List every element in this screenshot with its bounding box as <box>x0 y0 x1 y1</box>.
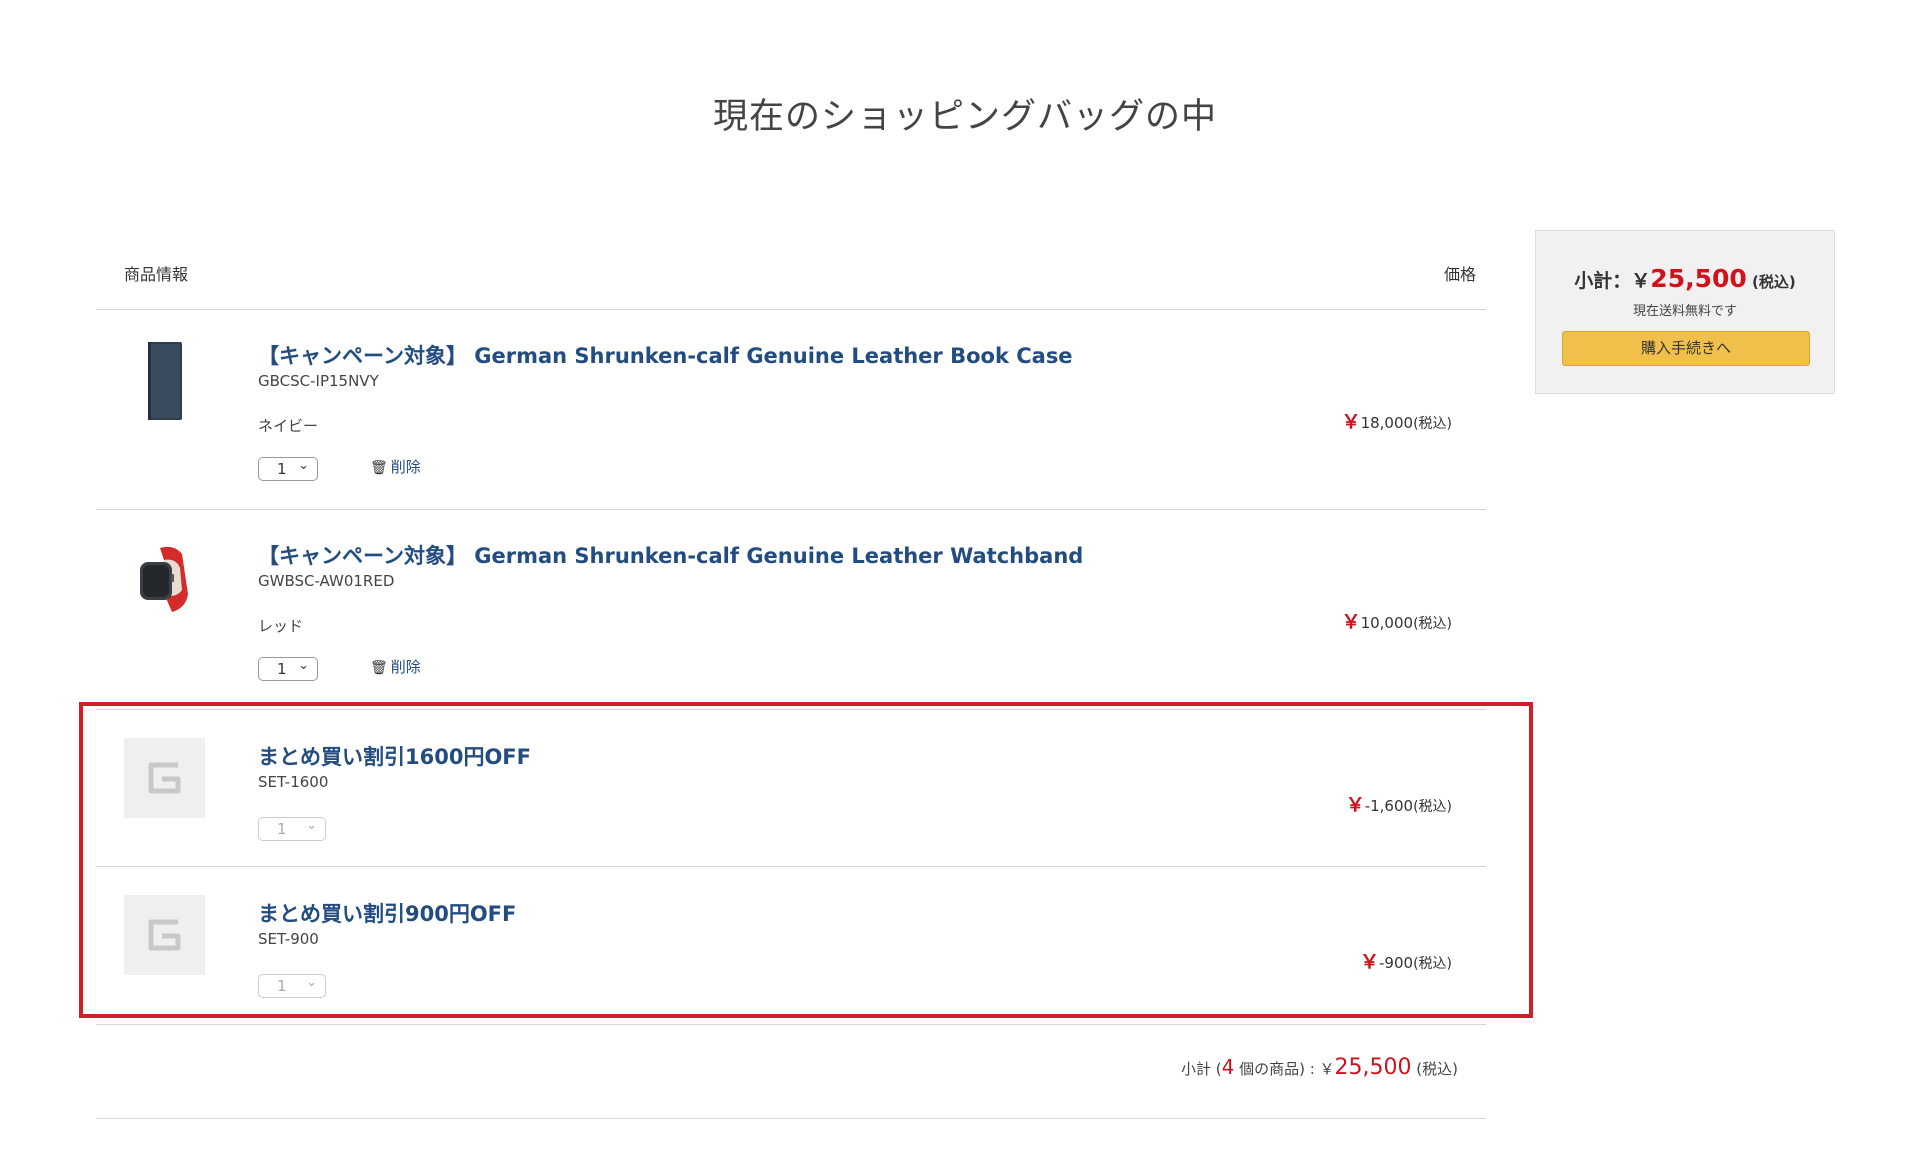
trash-icon: 🗑 <box>370 660 388 676</box>
chevron-down-icon: ⌄ <box>298 658 309 673</box>
header-price: 価格 <box>1443 265 1476 284</box>
trash-icon: 🗑 <box>370 460 388 476</box>
quantity-select[interactable]: 1 ⌄ <box>258 457 318 481</box>
currency-symbol: ￥ <box>1341 611 1361 633</box>
currency-symbol: ￥ <box>1360 951 1380 973</box>
quantity-value: 1 <box>277 660 287 678</box>
cart-item-row: 【キャンペーン対象】 German Shrunken-calf Genuine … <box>96 510 1486 710</box>
delete-label: 削除 <box>390 658 421 676</box>
item-price: ￥18,000(税込) <box>1342 407 1452 434</box>
checkout-button[interactable]: 購入手続きへ <box>1562 331 1810 366</box>
tax-note: (税込) <box>1413 956 1452 972</box>
order-summary: 小計：￥25,500 (税込) 現在送料無料です 購入手続きへ <box>1535 230 1835 394</box>
product-variant: ネイビー <box>258 417 319 435</box>
summary-label: 小計：￥ <box>1574 270 1651 292</box>
subtotal-prefix: 小計 ( <box>1180 1060 1222 1078</box>
price-value: 18,000 <box>1360 414 1414 432</box>
discount-row: まとめ買い割引900円OFF SET-900 1 ⌄ ￥-900(税込) <box>96 867 1486 1025</box>
cart-item-row: 【キャンペーン対象】 German Shrunken-calf Genuine … <box>96 310 1486 510</box>
discount-price: ￥-1,600(税込) <box>1346 790 1452 817</box>
discount-price: ￥-900(税込) <box>1360 947 1452 974</box>
summary-subtotal: 小計：￥25,500 (税込) <box>1536 264 1834 293</box>
brand-logo-placeholder <box>124 738 205 818</box>
currency-symbol: ￥ <box>1345 794 1365 816</box>
quantity-value: 1 <box>277 977 287 995</box>
price-value: -900 <box>1379 954 1414 972</box>
quantity-value: 1 <box>277 460 287 478</box>
header-product-info: 商品情報 <box>124 265 189 284</box>
product-name-link[interactable]: 【キャンペーン対象】 German Shrunken-calf Genuine … <box>258 540 1083 570</box>
cart-totals: 小計 (4 個の商品) : ￥25,500 (税込) <box>96 1025 1486 1119</box>
discount-sku: SET-900 <box>258 930 319 948</box>
quantity-select[interactable]: 1 ⌄ <box>258 657 318 681</box>
tax-note: (税込) <box>1413 616 1452 632</box>
quantity-select-disabled: 1 ⌄ <box>258 974 326 998</box>
summary-tax: (税込) <box>1746 273 1796 291</box>
product-variant: レッド <box>258 617 304 635</box>
summary-amount: 25,500 <box>1650 264 1747 293</box>
product-sku: GBCSC-IP15NVY <box>258 372 379 390</box>
delete-button[interactable]: 🗑 削除 <box>370 656 421 677</box>
subtotal-line: 小計 (4 個の商品) : ￥25,500 (税込) <box>1181 1055 1458 1080</box>
item-count: 4 <box>1221 1055 1235 1079</box>
product-image-book-case[interactable] <box>130 338 200 423</box>
delete-label: 削除 <box>390 458 421 476</box>
chevron-down-icon: ⌄ <box>298 458 309 473</box>
page-title: 現在のショッピングバッグの中 <box>712 97 1217 137</box>
subtotal-tax: (税込) <box>1411 1060 1458 1078</box>
product-name-link[interactable]: 【キャンペーン対象】 German Shrunken-calf Genuine … <box>258 340 1073 370</box>
chevron-down-icon: ⌄ <box>306 818 317 833</box>
discount-sku: SET-1600 <box>258 773 329 791</box>
cart-header: 商品情報 価格 <box>96 235 1486 310</box>
currency-symbol: ￥ <box>1341 411 1361 433</box>
discount-name-link[interactable]: まとめ買い割引1600円OFF <box>258 741 531 771</box>
chevron-down-icon: ⌄ <box>306 975 317 990</box>
item-count-suffix: 個の商品) : ￥ <box>1234 1060 1335 1078</box>
shipping-note: 現在送料無料です <box>1632 304 1737 319</box>
delete-button[interactable]: 🗑 削除 <box>370 456 421 477</box>
product-image-watchband[interactable] <box>130 538 200 623</box>
tax-note: (税込) <box>1413 416 1452 432</box>
quantity-value: 1 <box>277 820 287 838</box>
cart-table: 商品情報 価格 【キャンペーン対象】 German Shrunken-calf … <box>96 235 1486 1119</box>
product-sku: GWBSC-AW01RED <box>258 572 395 590</box>
discount-row: まとめ買い割引1600円OFF SET-1600 1 ⌄ ￥-1,600(税込) <box>96 710 1486 867</box>
subtotal-amount: 25,500 <box>1334 1055 1412 1080</box>
tax-note: (税込) <box>1413 799 1452 815</box>
quantity-select-disabled: 1 ⌄ <box>258 817 326 841</box>
brand-logo-placeholder <box>124 895 205 975</box>
item-price: ￥10,000(税込) <box>1342 607 1452 634</box>
price-value: -1,600 <box>1364 797 1414 815</box>
discount-name-link[interactable]: まとめ買い割引900円OFF <box>258 898 516 928</box>
price-value: 10,000 <box>1360 614 1414 632</box>
